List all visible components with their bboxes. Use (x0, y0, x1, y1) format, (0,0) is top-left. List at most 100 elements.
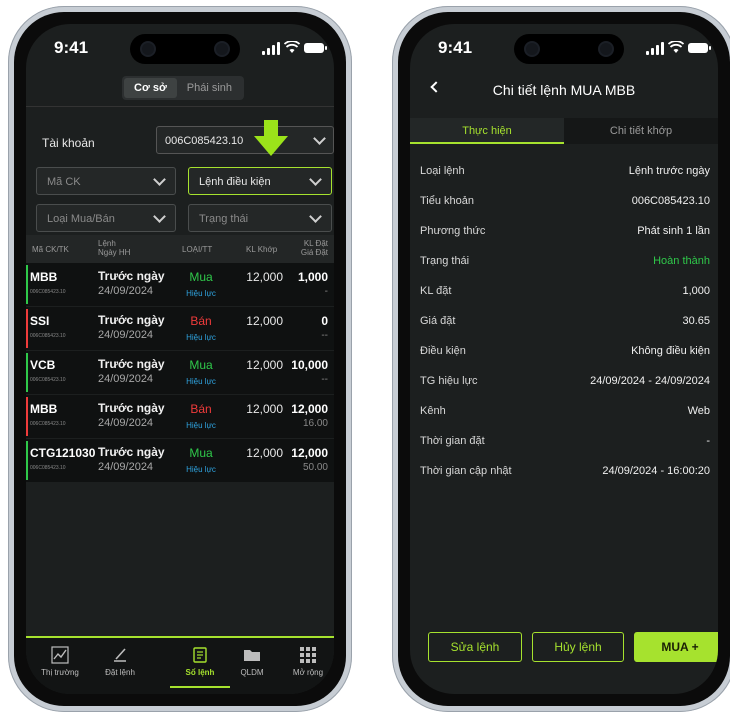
table-row[interactable]: MBB 006C085423.10 Trước ngày 24/09/2024 … (26, 395, 334, 439)
market-chart-icon (51, 646, 69, 664)
status-time: 9:41 (438, 38, 473, 57)
table-row[interactable]: MBB 006C085423.10 Trước ngày 24/09/2024 … (26, 263, 334, 307)
field-key: Thời gian đặt (420, 435, 485, 447)
row-date: 24/09/2024 (98, 417, 154, 429)
row-qty: 1,000 (297, 270, 328, 284)
field-value: 24/09/2024 - 24/09/2024 (590, 375, 710, 387)
col-qty: KL Đặt (303, 239, 328, 248)
status-filter-placeholder: Trạng thái (199, 213, 249, 225)
row-status: Hiệu lực (186, 421, 216, 430)
segment-co-so[interactable]: Cơ sở (124, 78, 177, 98)
field-value: Web (687, 405, 710, 417)
col-order: Lệnh (98, 239, 116, 248)
detail-row: Thời gian cập nhật 24/09/2024 - 16:00:20 (420, 465, 710, 483)
side-filter-select[interactable]: Loại Mua/Bán (36, 204, 176, 232)
row-date: 24/09/2024 (98, 285, 154, 297)
side-indicator (26, 441, 28, 480)
row-status: Hiệu lực (186, 333, 216, 342)
order-book-icon (193, 647, 207, 663)
detail-tabs: Thực hiện Chi tiết khớp (410, 118, 718, 144)
tab-match-details[interactable]: Chi tiết khớp (564, 118, 718, 144)
active-nav-indicator (170, 686, 230, 688)
segment-phai-sinh[interactable]: Phái sinh (177, 78, 242, 98)
row-price: - (324, 286, 328, 297)
row-account: 006C085423.10 (30, 377, 66, 383)
row-matched: 12,000 (246, 446, 283, 460)
nav-item-market[interactable]: Thị trường (30, 646, 90, 677)
status-bar: 9:41 (410, 24, 718, 70)
row-account: 006C085423.10 (30, 289, 66, 295)
tab-execution[interactable]: Thực hiện (410, 118, 564, 144)
row-status: Hiệu lực (186, 377, 216, 386)
folder-icon (244, 650, 260, 661)
side-indicator (26, 265, 28, 304)
row-matched: 12,000 (246, 314, 283, 328)
bottom-nav: Thị trường Đặt lệnh Sổ lệnh QLDM Mở rộng (26, 636, 334, 694)
field-value: 24/09/2024 - 16:00:20 (602, 465, 710, 477)
row-qty: 10,000 (291, 358, 328, 372)
detail-header: Chi tiết lệnh MUA MBB (410, 78, 718, 102)
chevron-down-icon (309, 173, 322, 186)
detail-row: Giá đặt 30.65 (420, 315, 710, 333)
col-price: Giá Đặt (300, 248, 328, 257)
row-matched: 12,000 (246, 358, 283, 372)
field-key: Trạng thái (420, 255, 470, 267)
row-matched: 12,000 (246, 402, 283, 416)
field-key: Giá đặt (420, 315, 456, 327)
wifi-icon (283, 40, 301, 54)
status-time: 9:41 (54, 38, 89, 57)
status-bar: 9:41 (26, 24, 334, 70)
row-side: Bán (190, 402, 212, 416)
field-value: 006C085423.10 (631, 195, 710, 207)
side-indicator (26, 309, 28, 348)
orders-table-header: Mã CK/TK Lệnh Ngày HH LOẠI/TT KL Khớp KL… (26, 235, 334, 263)
status-filter-select[interactable]: Trạng thái (188, 204, 332, 232)
row-price: 50.00 (302, 462, 328, 473)
order-type-filter-select[interactable]: Lệnh điều kiện (188, 167, 332, 195)
detail-row: Trạng thái Hoàn thành (420, 255, 710, 273)
row-symbol: SSI (30, 314, 50, 328)
row-price: -- (321, 374, 328, 385)
buy-more-button[interactable]: MUA + (634, 632, 718, 662)
side-filter-placeholder: Loại Mua/Bán (47, 213, 115, 225)
row-order-type: Trước ngày (98, 313, 165, 327)
detail-row: Thời gian đặt - (420, 435, 710, 453)
col-symbol: Mã CK/TK (32, 245, 69, 254)
row-qty: 12,000 (291, 446, 328, 460)
field-key: KL đặt (420, 285, 452, 297)
row-price: -- (321, 330, 328, 341)
market-segment-toggle: Cơ sở Phái sinh (122, 76, 245, 100)
nav-item-place-order[interactable]: Đặt lệnh (90, 646, 150, 677)
side-indicator (26, 397, 28, 436)
nav-item-qldm[interactable]: QLDM (222, 646, 282, 677)
nav-label: Sổ lệnh (185, 668, 215, 677)
nav-label: QLDM (240, 668, 264, 677)
field-key: Loại lệnh (420, 165, 465, 177)
nav-item-more[interactable]: Mở rộng (278, 646, 334, 677)
row-date: 24/09/2024 (98, 329, 154, 341)
account-select[interactable]: 006C085423.10 (156, 126, 334, 154)
table-row[interactable]: VCB 006C085423.10 Trước ngày 24/09/2024 … (26, 351, 334, 395)
row-date: 24/09/2024 (98, 461, 154, 473)
detail-row: Loại lệnh Lệnh trước ngày (420, 165, 710, 183)
row-status: Hiệu lực (186, 289, 216, 298)
edit-order-button[interactable]: Sửa lệnh (428, 632, 522, 662)
cancel-order-button[interactable]: Hủy lệnh (532, 632, 624, 662)
field-value: 1,000 (682, 285, 710, 297)
grid-icon (300, 647, 316, 663)
row-order-type: Trước ngày (98, 357, 165, 371)
detail-row: Phương thức Phát sinh 1 lần (420, 225, 710, 243)
table-row[interactable]: CTG121030 006C085423.10 Trước ngày 24/09… (26, 439, 334, 483)
nav-item-order-book[interactable]: Sổ lệnh (170, 646, 230, 677)
battery-icon (304, 43, 327, 53)
order-book-screen: 9:41 Cơ sở Phái sinh Tài khoản 006C08542… (26, 24, 334, 694)
symbol-filter-select[interactable]: Mã CK (36, 167, 176, 195)
detail-row: Tiểu khoản 006C085423.10 (420, 195, 710, 213)
chevron-down-icon (153, 210, 166, 223)
order-type-filter-value: Lệnh điều kiện (199, 176, 271, 188)
chevron-down-icon (309, 210, 322, 223)
action-buttons: Sửa lệnh Hủy lệnh MUA + (428, 632, 718, 662)
phone-order-detail: 9:41 Chi tiết lệnh MUA MBB Thực hiện Chi… (392, 6, 730, 712)
table-row[interactable]: SSI 006C085423.10 Trước ngày 24/09/2024 … (26, 307, 334, 351)
row-date: 24/09/2024 (98, 373, 154, 385)
